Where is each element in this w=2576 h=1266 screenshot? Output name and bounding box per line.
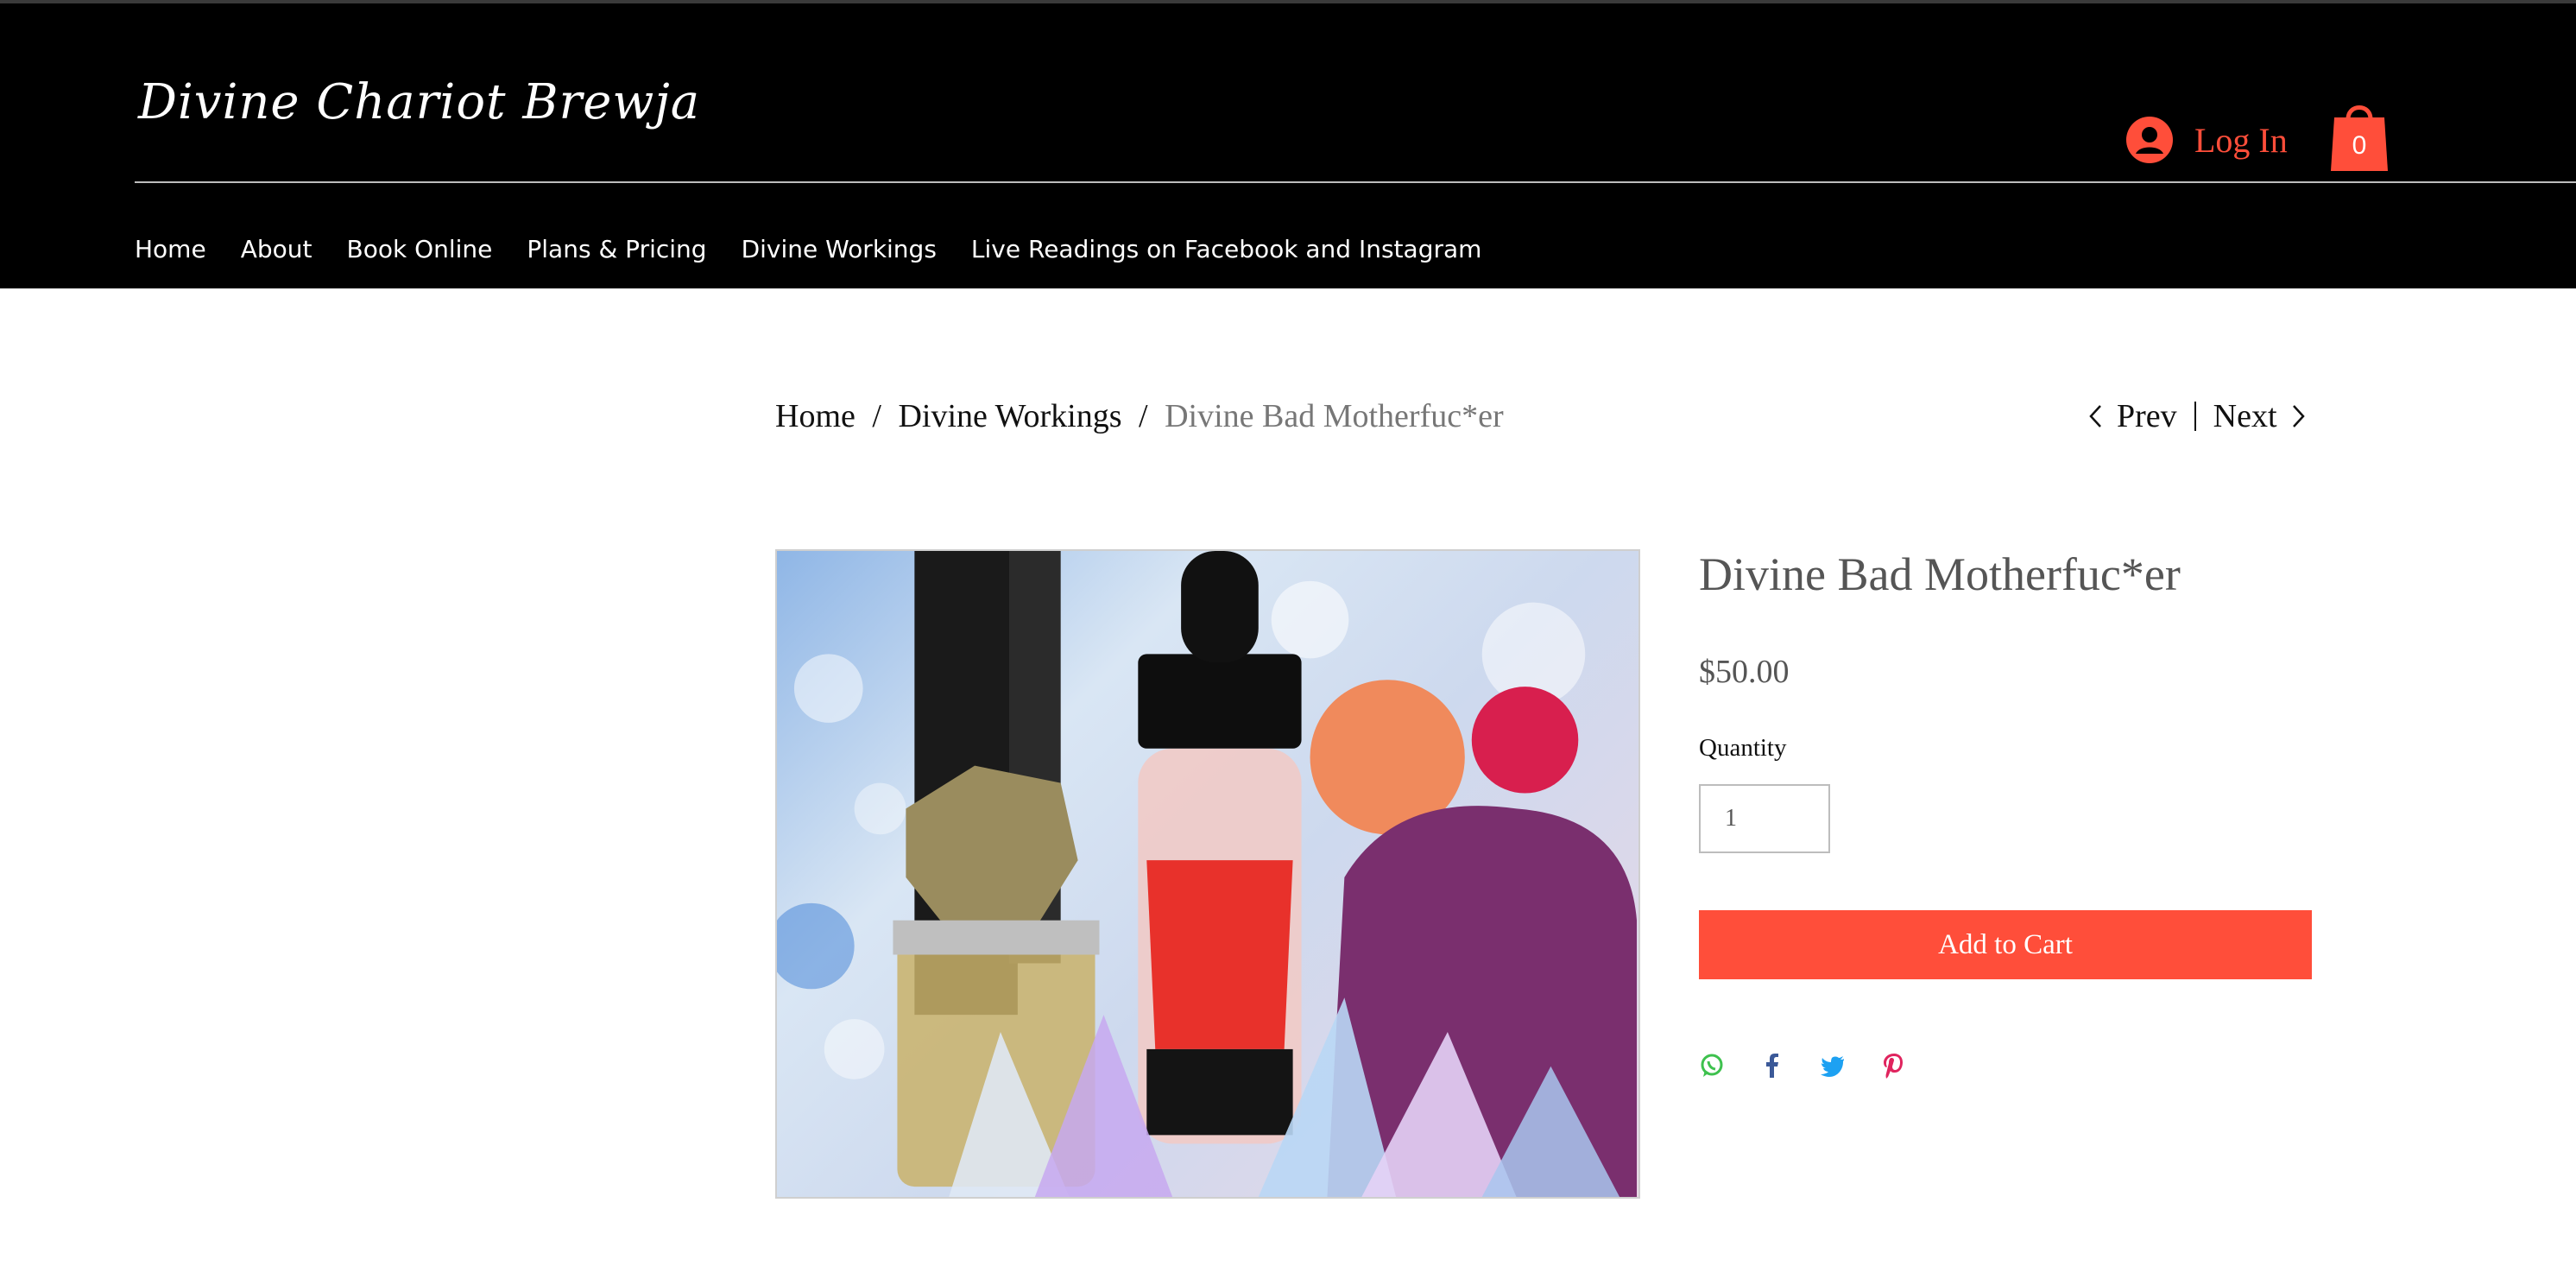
next-link[interactable]: Next (2213, 397, 2307, 435)
chevron-left-icon (2089, 405, 2101, 427)
login-button[interactable]: Log In (2125, 116, 2288, 164)
product-price: $50.00 (1699, 654, 1790, 690)
header-divider (135, 181, 2576, 183)
breadcrumb: Home / Divine Workings / Divine Bad Moth… (775, 397, 1504, 435)
site-logo[interactable]: Divine Chariot Brewja (138, 74, 700, 130)
quantity-input[interactable] (1699, 784, 1830, 853)
breadcrumb-separator: / (872, 398, 881, 434)
facebook-icon[interactable] (1759, 1052, 1785, 1079)
nav-item-home[interactable]: Home (135, 235, 206, 263)
nav-item-about[interactable]: About (241, 235, 313, 263)
breadcrumb-home[interactable]: Home (775, 398, 856, 434)
prev-label: Prev (2117, 398, 2177, 434)
nav-item-live-readings[interactable]: Live Readings on Facebook and Instagram (971, 235, 1482, 263)
site-header: Divine Chariot Brewja Log In 0 Home Abou… (0, 3, 2576, 288)
cart-button[interactable]: 0 (2331, 98, 2388, 171)
chevron-right-icon (2292, 405, 2305, 427)
breadcrumb-current: Divine Bad Motherfuc*er (1165, 398, 1504, 434)
cart-count: 0 (2352, 131, 2367, 160)
nav-item-book-online[interactable]: Book Online (346, 235, 492, 263)
add-to-cart-button[interactable]: Add to Cart (1699, 910, 2312, 979)
next-label: Next (2213, 398, 2277, 434)
product-title: Divine Bad Motherfuc*er (1699, 548, 2181, 600)
breadcrumb-separator: / (1139, 398, 1148, 434)
nav-item-plans-pricing[interactable]: Plans & Pricing (527, 235, 706, 263)
share-bar (1699, 1052, 1906, 1079)
product-pager: Prev Next (2087, 397, 2307, 435)
pager-divider (2194, 402, 2196, 431)
nav-item-divine-workings[interactable]: Divine Workings (742, 235, 937, 263)
main-nav: Home About Book Online Plans & Pricing D… (135, 235, 1481, 263)
whatsapp-icon[interactable] (1699, 1052, 1725, 1079)
product-photo-dropper-bottle-crystals (777, 551, 1638, 1197)
pinterest-icon[interactable] (1880, 1052, 1906, 1079)
breadcrumb-category[interactable]: Divine Workings (898, 398, 1121, 434)
quantity-label: Quantity (1699, 734, 1787, 762)
prev-link[interactable]: Prev (2087, 397, 2177, 435)
product-image[interactable] (775, 549, 1640, 1199)
twitter-icon[interactable] (1820, 1052, 1846, 1079)
login-label: Log In (2194, 120, 2288, 160)
user-avatar-icon (2126, 117, 2173, 163)
